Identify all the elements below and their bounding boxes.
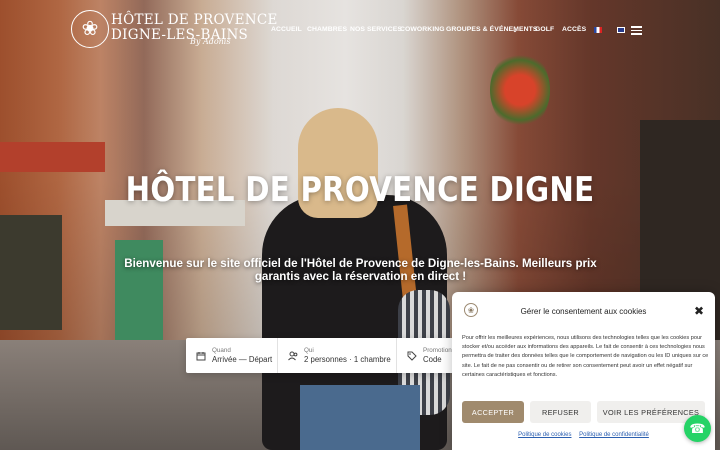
- logo-line1[interactable]: HÔTEL DE PROVENCE: [111, 12, 278, 28]
- green-shutter: [115, 240, 163, 340]
- hero-title: HÔTEL DE PROVENCE DIGNE: [125, 170, 595, 210]
- logo-signature: By Adonis: [190, 37, 231, 46]
- booking-dates[interactable]: Quand Arrivée — Départ: [186, 338, 277, 373]
- person-jeans: [300, 385, 420, 450]
- cookie-body: Pour offrir les meilleures expériences, …: [462, 335, 709, 378]
- booking-guests[interactable]: Qui 2 personnes · 1 chambre: [277, 338, 396, 373]
- nav-accueil[interactable]: ACCUEIL: [271, 26, 302, 33]
- cookie-policy-link[interactable]: Politique de cookies: [518, 432, 571, 438]
- cookie-consent-modal: ❀ Gérer le consentement aux cookies ✖ Po…: [452, 292, 715, 450]
- calendar-icon: [196, 351, 206, 361]
- nav-golf[interactable]: GOLF: [535, 26, 554, 33]
- tag-icon: [407, 351, 417, 361]
- who-value: 2 personnes · 1 chambre: [304, 354, 391, 364]
- promo-code-input[interactable]: Code: [423, 355, 452, 365]
- nav-groupes-evenements[interactable]: GROUPES & ÉVÉNEMENTS: [446, 26, 538, 33]
- close-icon[interactable]: ✖: [694, 304, 704, 318]
- nav-coworking[interactable]: COWORKING: [400, 26, 445, 33]
- booking-promo[interactable]: Promotion Code: [396, 338, 458, 373]
- nav-nos-services[interactable]: NOS SERVICES: [350, 26, 402, 33]
- promo-label: Promotion: [423, 346, 452, 354]
- hero-subtitle: Bienvenue sur le site officiel de l'Hôte…: [124, 257, 597, 283]
- cookie-title: Gérer le consentement aux cookies: [520, 307, 647, 316]
- nav-acces[interactable]: ACCÈS: [562, 26, 586, 33]
- nav-chambres[interactable]: CHAMBRES: [307, 26, 347, 33]
- cookie-links: Politique de cookies Politique de confid…: [452, 432, 715, 438]
- people-icon: [288, 351, 298, 361]
- flower-box: [490, 50, 550, 130]
- whatsapp-phone-icon[interactable]: ☎: [684, 415, 711, 442]
- flag-fr-icon[interactable]: [594, 27, 602, 33]
- hamburger-menu-icon[interactable]: [631, 26, 642, 35]
- logo-tree-icon[interactable]: ❀: [71, 10, 109, 48]
- when-value: Arrivée — Départ: [212, 354, 273, 364]
- privacy-policy-link[interactable]: Politique de confidentialité: [579, 432, 649, 438]
- flag-en-icon[interactable]: [617, 27, 625, 33]
- who-label: Qui: [304, 346, 314, 354]
- when-label: Quand: [212, 346, 231, 354]
- chevron-down-icon[interactable]: ⌄: [512, 26, 518, 34]
- refuse-button[interactable]: REFUSER: [530, 401, 591, 423]
- booking-bar: Quand Arrivée — Départ Qui 2 personnes · 1…: [186, 338, 458, 373]
- accept-button[interactable]: ACCEPTER: [462, 401, 524, 423]
- storefront-left: [0, 215, 62, 330]
- awning-left: [0, 142, 105, 172]
